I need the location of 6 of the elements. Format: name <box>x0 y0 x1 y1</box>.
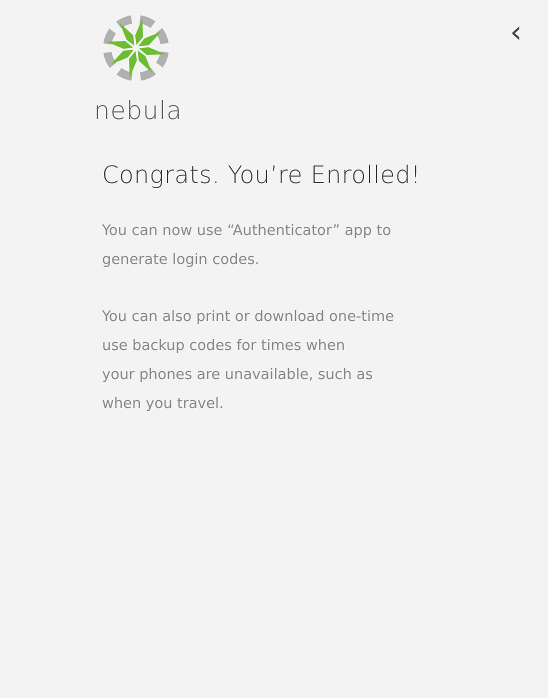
nebula-logo-icon <box>102 14 170 82</box>
back-button[interactable]: ‹ <box>506 18 526 48</box>
brand-name: nebula <box>94 96 182 125</box>
paragraph: You can also print or download one-time use backup codes for times when your phones are unavailable, such as when you travel. <box>102 308 396 414</box>
heading: Congrats. You’re Enrolled! <box>102 161 422 189</box>
paragraph: You can now use “Authenticator” app to generate login codes. <box>102 222 392 270</box>
